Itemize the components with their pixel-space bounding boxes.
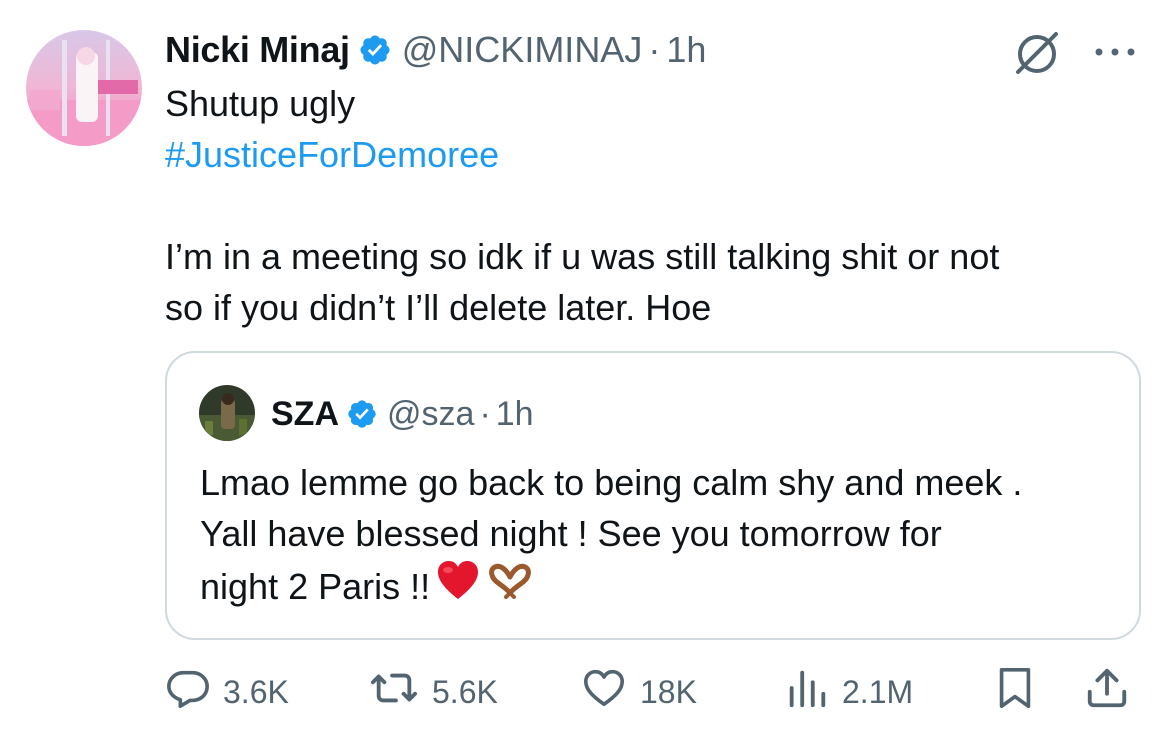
avatar[interactable] [26,30,142,146]
quote-author-name[interactable]: SZA [271,395,339,434]
like-button[interactable]: 18K [580,662,697,722]
quote-avatar[interactable] [199,385,255,441]
separator: · [479,394,491,433]
action-bar: 3.6K 5.6K 18K 2.1M [0,662,1170,722]
views-button[interactable]: 2.1M [784,662,913,722]
reply-icon [165,665,223,719]
quoted-tweet[interactable]: SZA @sza · 1h Lmao lemme go back to bein… [165,351,1141,640]
tweet-line: so if you didn’t I’ll delete later. Hoe [165,287,712,328]
share-button[interactable] [1084,662,1142,722]
quote-line-last: night 2 Paris !! [200,559,1120,614]
views-icon [784,665,842,719]
repost-count: 5.6K [432,673,498,710]
author-name[interactable]: Nicki Minaj [165,29,350,71]
like-icon [580,665,640,719]
verified-badge-icon [358,33,392,67]
quote-line: Lmao lemme go back to being calm shy and… [200,462,1023,503]
quote-timestamp[interactable]: 1h [496,395,534,434]
quote-text: Lmao lemme go back to being calm shy and… [200,457,1120,614]
quote-header: SZA @sza · 1h [271,391,534,437]
author-handle[interactable]: @NICKIMINAJ [402,29,643,71]
more-icon[interactable] [1090,40,1140,64]
timestamp[interactable]: 1h [666,29,706,71]
quote-author-handle[interactable]: @sza [387,395,474,434]
quote-line: night 2 Paris !! [200,566,431,607]
bookmark-icon [992,665,1050,719]
repost-icon [368,665,432,719]
views-count: 2.1M [842,673,914,710]
quote-line: Yall have blessed night ! See you tomorr… [200,513,942,554]
red-heart-emoji [436,559,480,614]
hashtag-link[interactable]: #JusticeForDemoree [165,129,1145,180]
bookmark-button[interactable] [992,662,1050,722]
grok-icon[interactable] [1012,28,1062,78]
tweet-text: Shutup ugly #JusticeForDemoree I’m in a … [165,78,1145,333]
separator: · [648,29,661,70]
reply-button[interactable]: 3.6K [165,662,289,722]
like-count: 18K [640,673,697,710]
share-icon [1084,665,1142,719]
tweet-line: Shutup ugly [165,83,356,124]
tweet-line: I’m in a meeting so idk if u was still t… [165,236,1000,277]
heart-hands-emoji [486,561,534,612]
tweet-header: Nicki Minaj @NICKIMINAJ · 1h [165,26,706,74]
reply-count: 3.6K [223,673,289,710]
repost-button[interactable]: 5.6K [368,662,498,722]
verified-badge-icon [346,398,378,430]
